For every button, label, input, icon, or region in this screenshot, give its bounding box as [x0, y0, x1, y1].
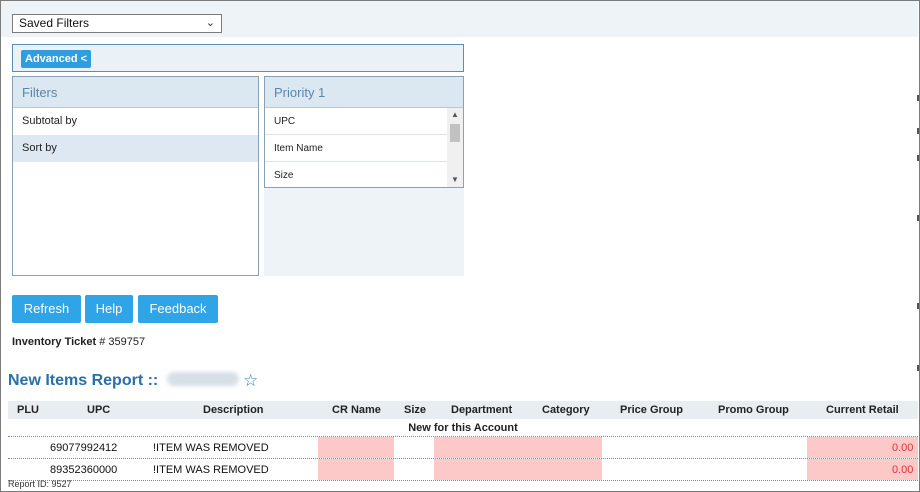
chevron-down-icon: ⌄	[205, 17, 215, 29]
upc-cell: 69077992412	[50, 442, 118, 454]
ticket-label: Inventory Ticket	[12, 336, 97, 348]
priority-header: Priority 1	[265, 77, 463, 108]
description-cell: !ITEM WAS REMOVED	[153, 464, 269, 476]
upc-cell: 89352360000	[50, 464, 118, 476]
column-header-upc[interactable]: UPC	[87, 404, 110, 416]
inventory-ticket: Inventory Ticket # 359757	[12, 336, 145, 348]
priority-option-upc[interactable]: UPC	[265, 108, 447, 135]
redacted-account-name	[166, 372, 239, 386]
table-row: 69077992412 !ITEM WAS REMOVED 0.00	[8, 437, 918, 459]
priority-area: Priority 1 UPC Item Name Size ▲ ▼	[264, 76, 464, 276]
priority-option-size[interactable]: Size	[265, 162, 447, 187]
favorite-star-icon[interactable]: ☆	[243, 371, 258, 391]
group-row: New for this Account	[8, 419, 918, 437]
description-cell: !ITEM WAS REMOVED	[153, 442, 269, 454]
scroll-up-arrow-icon[interactable]: ▲	[447, 108, 463, 122]
department-category-cell	[434, 459, 602, 480]
help-button[interactable]: Help	[85, 295, 133, 323]
feedback-button[interactable]: Feedback	[138, 295, 218, 323]
table-header: PLU UPC Description CR Name Size Departm…	[8, 401, 918, 419]
column-header-current-retail[interactable]: Current Retail	[826, 404, 899, 416]
refresh-button[interactable]: Refresh	[12, 295, 81, 323]
column-header-plu[interactable]: PLU	[17, 404, 39, 416]
report-title: New Items Report ::	[8, 372, 239, 390]
ticket-number: # 359757	[99, 336, 146, 348]
report-id: Report ID: 9527	[8, 479, 72, 489]
current-retail-value: 0.00	[892, 464, 914, 476]
report-title-text: New Items Report ::	[8, 372, 159, 389]
column-header-category[interactable]: Category	[542, 404, 590, 416]
column-header-cr-name[interactable]: CR Name	[332, 404, 381, 416]
saved-filters-label: Saved Filters	[19, 16, 90, 30]
table-row: 89352360000 !ITEM WAS REMOVED 0.00	[8, 459, 918, 481]
priority-list[interactable]: UPC Item Name Size	[265, 108, 447, 187]
filter-item-subtotal-by[interactable]: Subtotal by	[13, 108, 258, 135]
column-header-department[interactable]: Department	[451, 404, 512, 416]
scroll-thumb[interactable]	[450, 124, 460, 142]
current-retail-value: 0.00	[892, 442, 914, 454]
column-header-price-group[interactable]: Price Group	[620, 404, 683, 416]
priority-scrollbar[interactable]: ▲ ▼	[447, 108, 463, 187]
priority-option-item-name[interactable]: Item Name	[265, 135, 447, 162]
advanced-bar: Advanced <	[12, 44, 464, 72]
department-category-cell	[434, 437, 602, 458]
right-edge-marks	[916, 95, 919, 395]
column-header-promo-group[interactable]: Promo Group	[718, 404, 789, 416]
filters-panel: Filters Subtotal by Sort by	[12, 76, 259, 276]
column-header-size[interactable]: Size	[404, 404, 426, 416]
cr-name-cell	[318, 437, 394, 458]
column-header-description[interactable]: Description	[203, 404, 264, 416]
scroll-down-arrow-icon[interactable]: ▼	[447, 173, 463, 187]
advanced-toggle-button[interactable]: Advanced <	[21, 50, 92, 68]
cr-name-cell	[318, 459, 394, 480]
saved-filters-select[interactable]: Saved Filters ⌄	[12, 14, 222, 33]
filters-header: Filters	[13, 77, 258, 108]
priority-panel: Priority 1 UPC Item Name Size ▲ ▼	[264, 76, 464, 188]
filter-item-sort-by[interactable]: Sort by	[13, 135, 258, 162]
